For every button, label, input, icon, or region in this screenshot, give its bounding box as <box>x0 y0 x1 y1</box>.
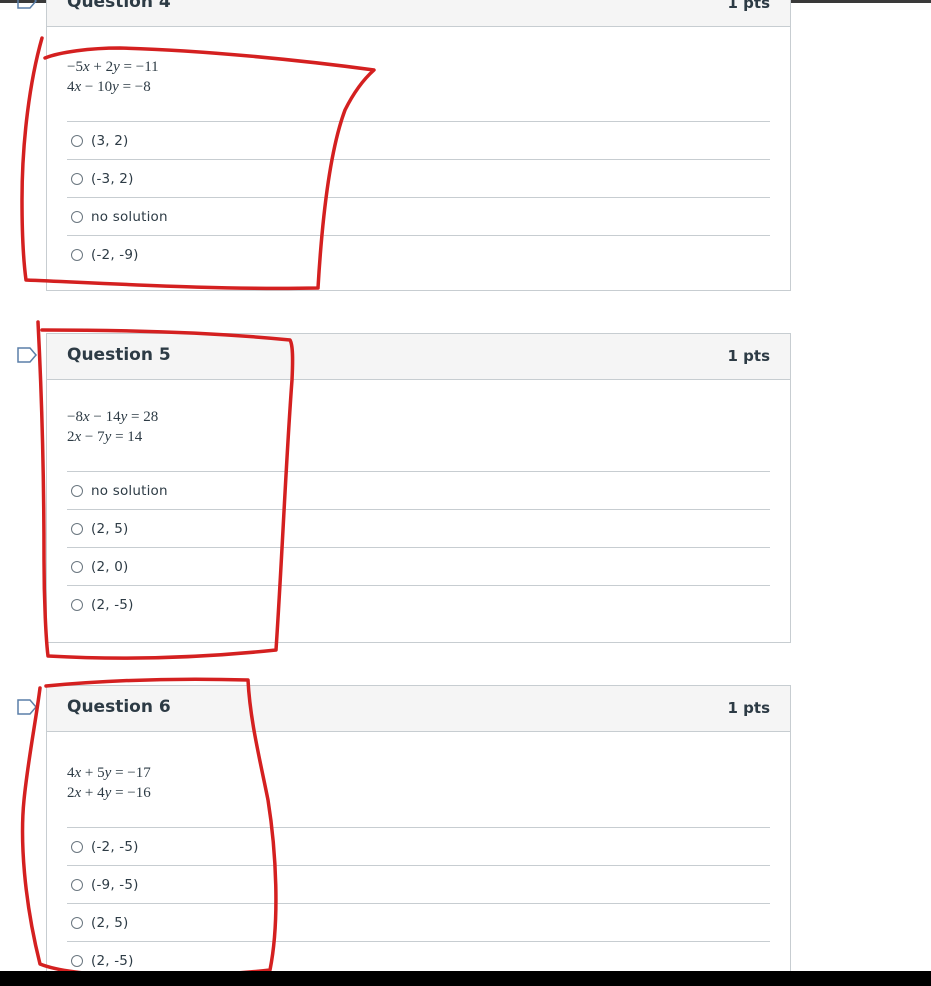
answer-option[interactable]: no solution <box>67 471 770 509</box>
radio-button[interactable] <box>71 916 83 929</box>
question-card: Question 5 1 pts −8x − 14y = 28 2x − 7y … <box>46 333 791 643</box>
question-points: 1 pts <box>727 699 771 717</box>
answer-option[interactable]: (-9, -5) <box>67 865 770 903</box>
flag-question-icon[interactable] <box>17 0 37 9</box>
question-title: Question 4 <box>67 0 171 12</box>
equation-system: −8x − 14y = 28 2x − 7y = 14 <box>67 380 770 447</box>
radio-button[interactable] <box>71 172 83 185</box>
equation-system: −5x + 2y = −11 4x − 10y = −8 <box>67 27 770 97</box>
question-body: 4x + 5y = −17 2x + 4y = −16 (-2, -5) (-9… <box>47 732 790 979</box>
answer-list: (-2, -5) (-9, -5) (2, 5) (2, -5) <box>67 827 770 979</box>
answer-option[interactable]: (-3, 2) <box>67 159 770 197</box>
answer-option[interactable]: (3, 2) <box>67 121 770 159</box>
question-card: Question 4 1 pts −5x + 2y = −11 4x − 10y… <box>46 0 791 291</box>
question-title: Question 5 <box>67 345 171 365</box>
question-header: Question 4 1 pts <box>47 0 790 27</box>
answer-option[interactable]: (2, 5) <box>67 903 770 941</box>
question-header: Question 5 1 pts <box>47 334 790 380</box>
radio-button[interactable] <box>71 522 83 535</box>
radio-button[interactable] <box>71 954 83 967</box>
radio-button[interactable] <box>71 840 83 853</box>
question-card: Question 6 1 pts 4x + 5y = −17 2x + 4y =… <box>46 685 791 971</box>
equation-line: 4x + 5y = −17 <box>67 765 151 781</box>
equation-system: 4x + 5y = −17 2x + 4y = −16 <box>67 732 770 803</box>
question-points: 1 pts <box>727 347 771 365</box>
answer-option[interactable]: (2, 5) <box>67 509 770 547</box>
radio-button[interactable] <box>71 248 83 261</box>
radio-button[interactable] <box>71 484 83 497</box>
question-points: 1 pts <box>727 0 771 12</box>
answer-list: no solution (2, 5) (2, 0) (2, -5) <box>67 471 770 623</box>
window-bottom-edge <box>0 971 931 986</box>
equation-line: 2x − 7y = 14 <box>67 429 143 445</box>
answer-option[interactable]: (-2, -9) <box>67 235 770 273</box>
question-body: −5x + 2y = −11 4x − 10y = −8 (3, 2) (-3,… <box>47 27 790 273</box>
equation-line: 4x − 10y = −8 <box>67 79 151 95</box>
answer-option[interactable]: no solution <box>67 197 770 235</box>
radio-button[interactable] <box>71 134 83 147</box>
equation-line: −8x − 14y = 28 <box>67 409 159 425</box>
question-title: Question 6 <box>67 697 171 717</box>
radio-button[interactable] <box>71 878 83 891</box>
answer-list: (3, 2) (-3, 2) no solution (-2, -9) <box>67 121 770 273</box>
radio-button[interactable] <box>71 598 83 611</box>
radio-button[interactable] <box>71 210 83 223</box>
question-header: Question 6 1 pts <box>47 686 790 732</box>
answer-option[interactable]: (-2, -5) <box>67 827 770 865</box>
question-body: −8x − 14y = 28 2x − 7y = 14 no solution … <box>47 380 790 623</box>
flag-question-icon[interactable] <box>17 347 37 363</box>
answer-option[interactable]: (2, 0) <box>67 547 770 585</box>
equation-line: −5x + 2y = −11 <box>67 59 159 75</box>
answer-option[interactable]: (2, -5) <box>67 585 770 623</box>
radio-button[interactable] <box>71 560 83 573</box>
flag-question-icon[interactable] <box>17 699 37 715</box>
equation-line: 2x + 4y = −16 <box>67 785 151 801</box>
